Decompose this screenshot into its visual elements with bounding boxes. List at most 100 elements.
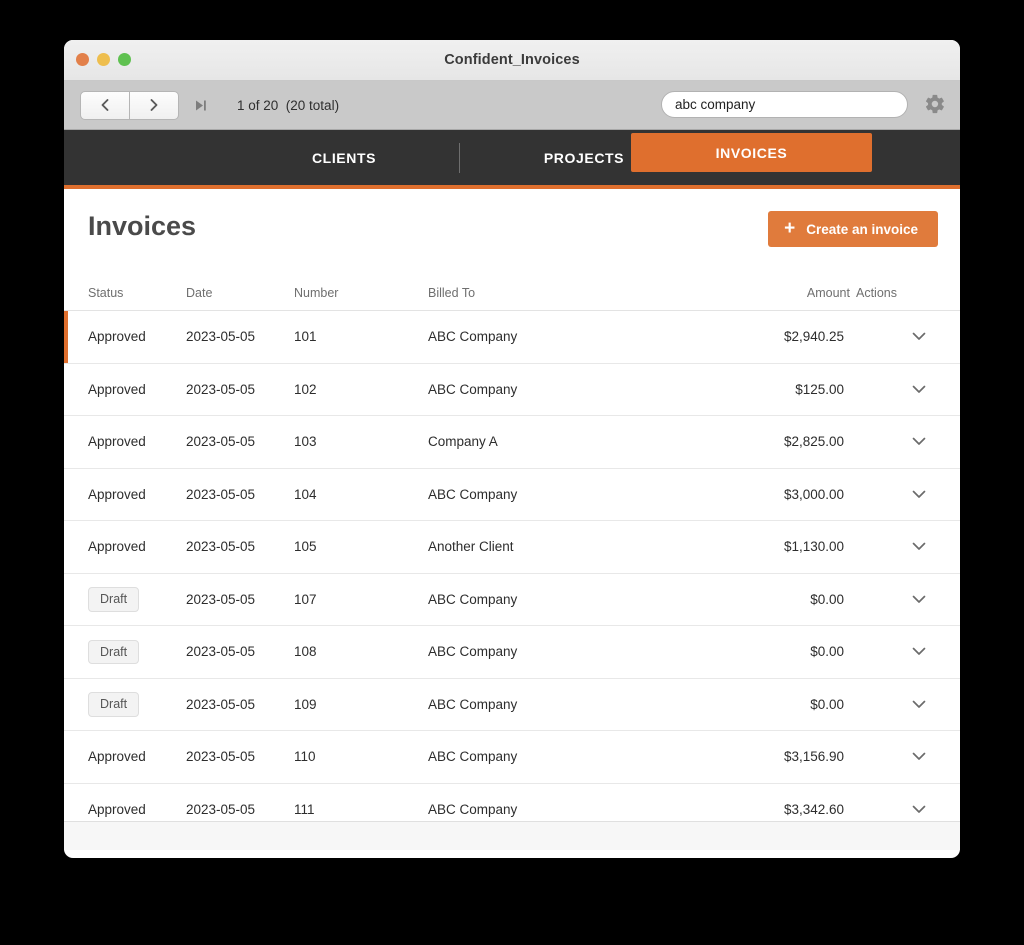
cell-date: 2023-05-05	[186, 381, 256, 397]
create-invoice-label: Create an invoice	[806, 221, 918, 237]
cell-number: 102	[294, 381, 317, 397]
chevron-down-icon[interactable]	[912, 697, 926, 712]
cell-actions	[844, 539, 938, 554]
table-header-row: Status Date Number Billed To Amount Acti…	[64, 276, 960, 311]
table-row[interactable]: Approved 2023-05-05 101 ABC Company $2,940.2…	[64, 311, 960, 364]
table-row[interactable]: Draft 2023-05-05 108 ABC Company $0.00	[64, 626, 960, 679]
navigation-buttons	[80, 90, 179, 120]
maximize-window-button[interactable]	[118, 53, 131, 66]
traffic-lights	[76, 53, 131, 66]
window-footer	[64, 821, 960, 850]
table-row[interactable]: Draft 2023-05-05 109 ABC Company $0.00	[64, 679, 960, 731]
chevron-down-icon[interactable]	[912, 434, 926, 449]
table-row[interactable]: Approved 2023-05-05 104 ABC Company $3,000.0…	[64, 469, 960, 521]
content-area: Invoices + Create an invoice Status Date…	[64, 189, 960, 850]
cell-number: 109	[294, 696, 317, 712]
table-row[interactable]: Approved 2023-05-05 102 ABC Company $125.00	[64, 364, 960, 416]
status-text: Approved	[88, 434, 146, 450]
close-window-button[interactable]	[76, 53, 89, 66]
cell-actions	[844, 592, 938, 607]
cell-date: 2023-05-05	[186, 749, 256, 765]
cell-status: Draft	[88, 692, 186, 717]
column-header-billed-to: Billed To	[428, 286, 476, 300]
cell-status: Draft	[88, 587, 186, 612]
cell-date: 2023-05-05	[186, 486, 256, 502]
tab-clients[interactable]: CLIENTS	[219, 130, 469, 185]
cell-actions	[844, 644, 938, 659]
cell-actions	[844, 329, 938, 344]
status-text: Approved	[88, 539, 146, 555]
page-header: Invoices + Create an invoice	[64, 189, 960, 276]
cell-status: Approved	[88, 487, 186, 502]
cell-amount: $3,000.00	[783, 486, 844, 502]
status-badge: Draft	[88, 587, 140, 612]
cell-number: 108	[294, 644, 317, 660]
cell-billed-to: ABC Company	[428, 749, 518, 765]
cell-date: 2023-05-05	[186, 434, 256, 450]
cell-billed-to: Another Client	[428, 539, 514, 555]
cell-actions	[844, 802, 938, 817]
chevron-down-icon[interactable]	[912, 487, 926, 502]
cell-amount: $2,940.25	[783, 329, 844, 345]
chevron-down-icon[interactable]	[912, 539, 926, 554]
cell-amount: $0.00	[810, 591, 844, 607]
table-row[interactable]: Approved 2023-05-05 105 Another Client $1,13…	[64, 521, 960, 574]
cell-actions	[844, 434, 938, 449]
skip-to-end-icon[interactable]	[195, 99, 207, 112]
plus-icon: +	[784, 217, 796, 239]
column-header-date: Date	[186, 286, 213, 300]
column-header-number: Number	[294, 286, 339, 300]
cell-actions	[844, 382, 938, 397]
chevron-down-icon[interactable]	[912, 382, 926, 397]
cell-status: Approved	[88, 749, 186, 764]
cell-number: 105	[294, 539, 317, 555]
cell-billed-to: Company A	[428, 434, 498, 450]
table-row[interactable]: Approved 2023-05-05 110 ABC Company $3,156.9…	[64, 731, 960, 784]
page-counter: 1 of 20 (20 total)	[237, 97, 340, 113]
cell-billed-to: ABC Company	[428, 486, 518, 502]
forward-button[interactable]	[130, 90, 179, 120]
chevron-down-icon[interactable]	[912, 802, 926, 817]
back-button[interactable]	[80, 90, 130, 120]
tab-invoices[interactable]: INVOICES	[631, 133, 872, 172]
cell-number: 103	[294, 434, 317, 450]
cell-date: 2023-05-05	[186, 591, 256, 607]
chevron-down-icon[interactable]	[912, 749, 926, 764]
title-bar: Confident_Invoices	[64, 40, 960, 81]
status-text: Approved	[88, 749, 146, 765]
toolbar: 1 of 20 (20 total)	[64, 81, 960, 130]
chevron-down-icon[interactable]	[912, 329, 926, 344]
cell-actions	[844, 487, 938, 502]
table-row[interactable]: Approved 2023-05-05 103 Company A $2,825.00	[64, 416, 960, 469]
cell-amount: $0.00	[810, 696, 844, 712]
app-window: Confident_Invoices 1 of 20 (20 total) ab…	[64, 40, 960, 858]
column-header-status: Status	[88, 286, 124, 300]
cell-status: Draft	[88, 639, 186, 664]
create-invoice-button[interactable]: + Create an invoice	[768, 211, 938, 247]
chevron-down-icon[interactable]	[912, 644, 926, 659]
window-title: Confident_Invoices	[444, 52, 580, 68]
cell-date: 2023-05-05	[186, 696, 256, 712]
invoices-table: Status Date Number Billed To Amount Acti…	[64, 276, 960, 836]
table-row[interactable]: Draft 2023-05-05 107 ABC Company $0.00	[64, 574, 960, 626]
status-text: Approved	[88, 801, 146, 817]
cell-amount: $3,342.60	[783, 801, 844, 817]
status-text: Approved	[88, 329, 146, 345]
cell-status: Approved	[88, 329, 186, 344]
cell-billed-to: ABC Company	[428, 329, 518, 345]
chevron-down-icon[interactable]	[912, 592, 926, 607]
cell-status: Approved	[88, 434, 186, 449]
gear-icon[interactable]	[924, 93, 946, 115]
cell-amount: $2,825.00	[783, 434, 844, 450]
cell-billed-to: ABC Company	[428, 644, 518, 660]
minimize-window-button[interactable]	[97, 53, 110, 66]
cell-status: Approved	[88, 382, 186, 397]
status-text: Approved	[88, 486, 146, 502]
cell-number: 107	[294, 591, 317, 607]
status-badge: Draft	[88, 639, 140, 664]
cell-number: 111	[294, 801, 315, 817]
status-text: Approved	[88, 381, 146, 397]
cell-amount: $1,130.00	[783, 539, 844, 555]
search-field-wrapper	[661, 91, 908, 118]
search-input[interactable]	[661, 91, 908, 118]
